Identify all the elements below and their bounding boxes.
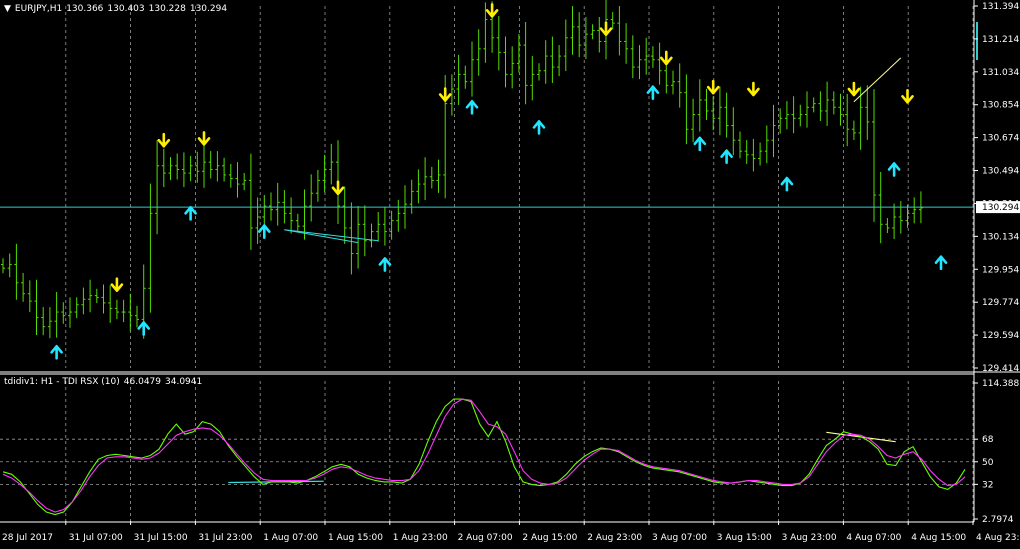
price-label: 129.954 — [982, 265, 1019, 275]
chart-background — [0, 0, 1020, 549]
time-label: 4 Aug 23:00 — [976, 533, 1020, 543]
chart-header: ▼ EURJPY,H1 130.366 130.403 130.228 130.294 — [4, 4, 231, 15]
indicator-scale-label: 114.3883 — [982, 379, 1020, 389]
indicator-scale-label: 68 — [982, 435, 994, 445]
time-label: 31 Jul 07:00 — [69, 533, 123, 543]
low-price: 130.228 — [148, 4, 186, 14]
price-label: 131.034 — [982, 68, 1019, 78]
price-label: 130.674 — [982, 134, 1019, 144]
price-label: 130.494 — [982, 167, 1019, 177]
indicator-scale-label: 2.7974 — [982, 515, 1014, 525]
scroll-marker — [976, 22, 978, 60]
indicator-value-2: 34.0941 — [165, 377, 203, 387]
time-label: 4 Aug 15:00 — [911, 533, 966, 543]
indicator-name: tdidiv1: H1 - TDI RSX (10) — [4, 377, 120, 387]
price-label: 131.394 — [982, 2, 1019, 12]
time-label: 31 Jul 23:00 — [198, 533, 252, 543]
time-label: 2 Aug 23:00 — [587, 533, 642, 543]
time-label: 2 Aug 15:00 — [522, 533, 577, 543]
indicator-value-1: 46.0479 — [123, 377, 161, 387]
chart-canvas: 131.394 131.214 131.034 130.854 130.674 130.4… — [0, 0, 1020, 549]
price-label: 129.594 — [982, 331, 1019, 341]
time-label: 1 Aug 15:00 — [328, 533, 383, 543]
time-label: 3 Aug 07:00 — [652, 533, 707, 543]
price-label: 130.854 — [982, 101, 1019, 111]
close-price: 130.294 — [189, 4, 228, 14]
time-label: 3 Aug 23:00 — [782, 533, 837, 543]
open-price: 130.366 — [66, 4, 104, 14]
time-label: 1 Aug 07:00 — [263, 533, 318, 543]
indicator-scale-label: 32 — [982, 480, 993, 490]
indicator-header: tdidiv1: H1 - TDI RSX (10) 46.0479 34.0941 — [4, 377, 206, 388]
time-label: 1 Aug 23:00 — [393, 533, 448, 543]
symbol-label: EURJPY,H1 — [14, 4, 63, 14]
indicator-scale-label: 50 — [982, 458, 994, 468]
price-label: 130.134 — [982, 232, 1019, 242]
price-label: 129.774 — [982, 298, 1019, 308]
time-label: 2 Aug 07:00 — [458, 533, 513, 543]
price-label: 131.214 — [982, 35, 1019, 45]
high-price: 130.403 — [107, 4, 145, 14]
dropdown-triangle-icon[interactable]: ▼ — [4, 4, 11, 14]
current-price-label: 130.294 — [982, 203, 1019, 213]
time-label: 28 Jul 2017 — [2, 533, 53, 543]
price-label: 129.414 — [982, 364, 1019, 374]
time-label: 4 Aug 07:00 — [846, 533, 901, 543]
time-label: 3 Aug 15:00 — [717, 533, 772, 543]
time-label: 31 Jul 15:00 — [134, 533, 188, 543]
